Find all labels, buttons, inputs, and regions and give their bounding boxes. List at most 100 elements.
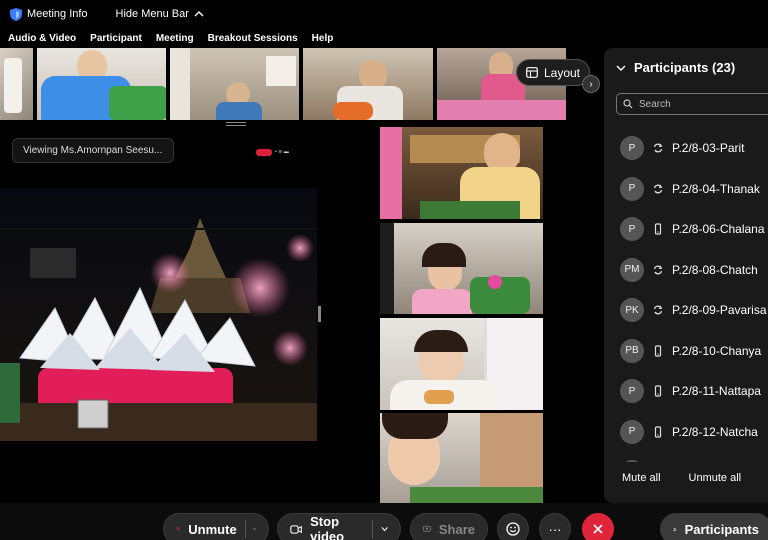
stop-video-label: Stop video — [310, 514, 345, 540]
title-bar: Meeting Info Hide Menu Bar — [0, 0, 768, 28]
avatar: PM — [620, 257, 644, 282]
viewing-label: Viewing Ms.Amornpan Seesu... — [23, 145, 163, 156]
more-options-button[interactable]: ··· — [539, 513, 571, 540]
video-tile[interactable] — [303, 48, 433, 120]
panel-footer: Mute all Unmute all — [604, 472, 768, 484]
participants-label: Participants — [684, 521, 759, 537]
menu-bar: Audio & Video Participant Meeting Breako… — [0, 28, 768, 48]
participant-name: P.2/8-04-Thanak — [672, 181, 760, 196]
video-tile[interactable] — [36, 48, 167, 120]
participant-row[interactable]: PP.2/8-14-Pheera — [604, 452, 768, 462]
avatar: P — [620, 379, 644, 404]
video-tile[interactable] — [0, 48, 33, 120]
next-page-button[interactable]: › — [582, 75, 600, 93]
participant-row[interactable]: PM P.2/8-08-Chatch — [604, 250, 768, 291]
participant-list: P P.2/8-03-Parit P P.2/8-04-Thanak P P.2/8-06… — [604, 128, 768, 462]
video-strip — [0, 48, 567, 120]
participant-row[interactable]: PK P.2/8-09-Pavarisa — [604, 290, 768, 331]
toolbar-divider — [371, 520, 373, 538]
resize-handle[interactable] — [226, 122, 246, 126]
participant-row[interactable]: P P.2/8-03-Parit — [604, 128, 768, 169]
sync-icon — [653, 305, 663, 315]
stop-video-button[interactable]: Stop video — [277, 513, 401, 540]
hide-menu-bar-label: Hide Menu Bar — [115, 8, 189, 20]
participant-name: P.2/8-06-Chalana — [672, 222, 765, 237]
participant-row[interactable]: P P.2/8-12-Natcha — [604, 412, 768, 453]
avatar: P — [620, 460, 644, 462]
avatar: P — [620, 176, 644, 201]
shield-icon — [10, 7, 22, 21]
avatar: P — [620, 136, 644, 161]
menu-help[interactable]: Help — [312, 33, 334, 44]
share-button[interactable]: Share — [410, 513, 488, 540]
participant-row[interactable]: PB P.2/8-10-Chanya — [604, 331, 768, 372]
chevron-down-icon[interactable] — [253, 526, 256, 532]
reactions-button[interactable] — [497, 513, 529, 540]
avatar: PB — [620, 338, 644, 363]
status-icons: • ≋ ▬ — [275, 149, 289, 155]
hide-menu-bar-button[interactable]: Hide Menu Bar — [116, 8, 204, 20]
menu-breakout-sessions[interactable]: Breakout Sessions — [208, 33, 298, 44]
end-meeting-button[interactable] — [582, 513, 614, 540]
participants-header[interactable]: Participants (23) — [616, 60, 735, 75]
layout-button[interactable]: Layout — [516, 59, 590, 86]
chevron-down-icon — [616, 65, 626, 71]
video-tile[interactable] — [380, 413, 543, 503]
sync-icon — [653, 184, 663, 194]
smiley-icon — [506, 522, 520, 536]
menu-participant[interactable]: Participant — [90, 33, 142, 44]
meeting-info-label: Meeting Info — [27, 8, 88, 20]
video-tile[interactable] — [170, 48, 300, 120]
mic-off-icon — [176, 526, 181, 532]
participant-row[interactable]: P P.2/8-11-Nattapa — [604, 371, 768, 412]
participants-panel: Participants (23) Search P P.2/8-03-Parit… — [604, 48, 768, 503]
share-scroll-marker[interactable] — [318, 306, 321, 322]
viewing-share-indicator[interactable]: Viewing Ms.Amornpan Seesu... — [12, 138, 174, 163]
participants-title: Participants (23) — [634, 60, 736, 75]
unmute-all-button[interactable]: Unmute all — [689, 472, 742, 484]
participants-button[interactable]: Participants — [660, 513, 768, 540]
search-placeholder: Search — [639, 98, 671, 110]
participant-name: P.2/8-11-Nattapa — [672, 384, 761, 399]
unmute-button[interactable]: Unmute — [163, 513, 269, 540]
meeting-toolbar: Unmute Stop video Share ··· Participants — [0, 503, 768, 540]
participant-name: P.2/8-10-Chanya — [672, 343, 762, 358]
sync-icon — [653, 265, 663, 275]
layout-icon — [526, 67, 538, 78]
video-tile[interactable] — [380, 223, 543, 314]
chevron-right-icon: › — [589, 78, 593, 90]
participant-name: P.2/8-09-Pavarisa — [672, 303, 767, 318]
avatar: PK — [620, 298, 644, 323]
avatar: P — [620, 419, 644, 444]
layout-label: Layout — [543, 65, 581, 80]
search-icon — [623, 99, 633, 109]
participant-search-input[interactable]: Search — [616, 93, 768, 115]
video-camera-icon — [290, 524, 302, 534]
phone-icon — [654, 426, 662, 438]
chevron-up-icon — [194, 11, 204, 17]
menu-meeting[interactable]: Meeting — [156, 33, 194, 44]
menu-audio-video[interactable]: Audio & Video — [8, 33, 76, 44]
unmute-label: Unmute — [188, 521, 237, 537]
close-icon — [593, 524, 603, 534]
share-screen-icon — [423, 525, 431, 532]
participant-row[interactable]: P P.2/8-04-Thanak — [604, 169, 768, 210]
video-tile[interactable] — [380, 127, 543, 219]
more-icon: ··· — [548, 521, 562, 537]
participant-row[interactable]: P P.2/8-06-Chalana — [604, 209, 768, 250]
participant-name: P.2/8-08-Chatch — [672, 262, 758, 277]
mute-all-button[interactable]: Mute all — [622, 472, 661, 484]
shared-screen — [0, 188, 317, 441]
phone-icon — [654, 223, 662, 235]
video-tile[interactable] — [380, 318, 543, 410]
phone-icon — [654, 385, 662, 397]
shared-screen-status: • ≋ ▬ — [256, 148, 314, 156]
participant-name: P.2/8-03-Parit — [672, 141, 745, 156]
share-label: Share — [438, 521, 475, 537]
chevron-down-icon[interactable] — [381, 526, 388, 532]
meeting-info-button[interactable]: Meeting Info — [10, 7, 88, 21]
people-icon — [673, 527, 677, 531]
sync-icon — [653, 143, 663, 153]
phone-icon — [654, 345, 662, 357]
recording-badge — [256, 148, 272, 156]
